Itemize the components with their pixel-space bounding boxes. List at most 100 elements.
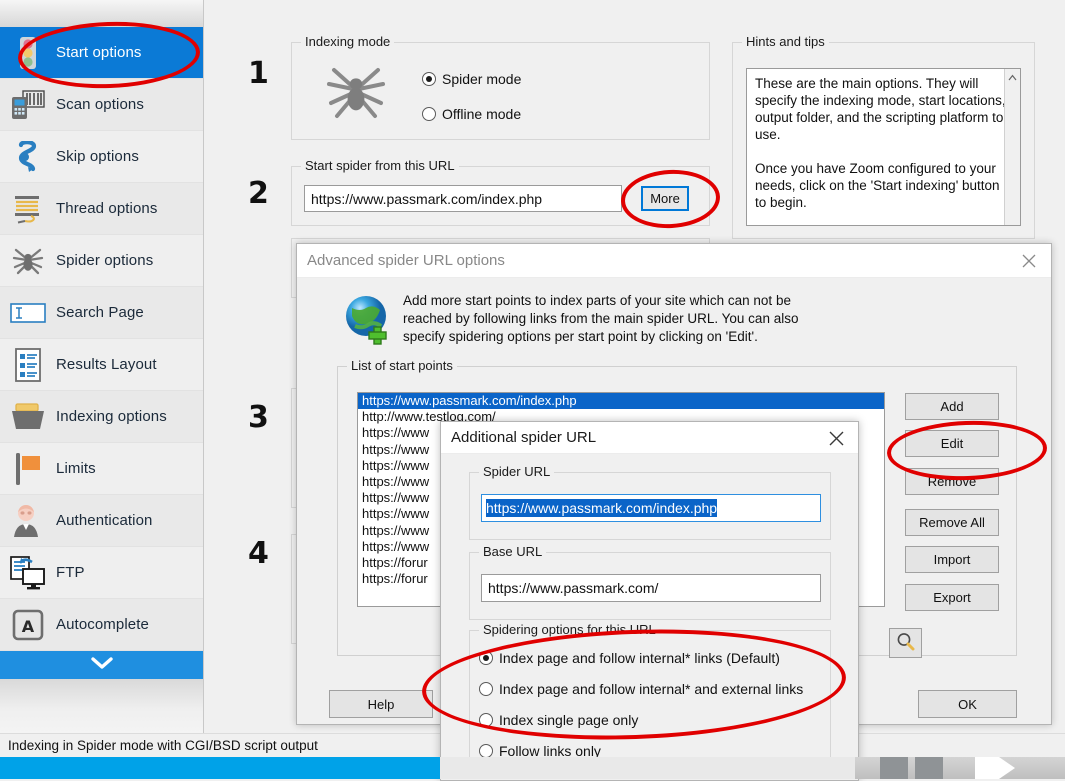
hints-scrollbar[interactable] [1004,69,1020,225]
list-item[interactable]: https://www.passmark.com/index.php [358,393,884,410]
svg-text:A: A [22,617,35,636]
hints-textbox: These are the main options. They will sp… [746,68,1021,226]
chevron-up-icon[interactable] [1005,69,1020,85]
sidebar-item-authentication[interactable]: Authentication [0,495,203,547]
sidebar-item-label: Authentication [56,512,153,529]
radio-spider-mode[interactable]: Spider mode [422,71,521,87]
dialog-titlebar: Additional spider URL [441,422,858,454]
skip-arrow-icon [0,131,56,183]
dialog-title: Additional spider URL [451,429,597,446]
hints-text: These are the main options. They will sp… [755,76,1006,210]
magnifier-icon [896,632,915,654]
spider-icon [322,62,390,122]
sidebar-scroll-down-button[interactable] [0,651,203,679]
sidebar-item-ftp[interactable]: FTP [0,547,203,599]
radio-offline-mode[interactable]: Offline mode [422,106,521,122]
desktop-shape-1 [880,757,908,779]
radio-index-single-page[interactable]: Index single page only [479,712,638,728]
sidebar-item-spider-options[interactable]: Spider options [0,235,203,287]
scanner-icon [0,79,56,131]
taskbar-blue-window [0,757,440,779]
spider-url-caption: Spider URL [479,464,555,479]
radio-label: Spider mode [442,71,522,87]
remove-all-button[interactable]: Remove All [905,509,999,536]
sidebar-item-thread-options[interactable]: Thread options [0,183,203,235]
radio-indicator [479,651,493,665]
radio-label: Index page and follow internal* links (D… [499,650,780,666]
ftp-transfer-icon [0,547,56,599]
edit-button[interactable]: Edit [905,430,999,457]
radio-indicator [422,72,436,86]
ok-button[interactable]: OK [918,690,1017,718]
sidebar-item-label: Autocomplete [56,616,149,633]
sidebar-item-label: FTP [56,564,85,581]
export-button[interactable]: Export [905,584,999,611]
add-button[interactable]: Add [905,393,999,420]
close-icon[interactable] [1007,244,1051,277]
radio-label: Index single page only [499,712,639,728]
radio-index-follow-internal-external[interactable]: Index page and follow internal* and exte… [479,681,803,697]
radio-indicator [479,713,493,727]
base-url-input[interactable]: https://www.passmark.com/ [481,574,821,602]
radio-index-follow-internal[interactable]: Index page and follow internal* links (D… [479,650,780,666]
search-button[interactable] [889,628,922,658]
dialog-titlebar: Advanced spider URL options [297,244,1051,278]
step-number-1: 1 [248,56,269,91]
sidebar-item-label: Scan options [56,96,144,113]
indexing-mode-caption: Indexing mode [301,34,395,49]
sidebar-item-search-page[interactable]: Search Page [0,287,203,339]
close-icon[interactable] [814,422,858,455]
start-url-caption: Start spider from this URL [301,158,459,173]
sidebar-item-autocomplete[interactable]: A Autocomplete [0,599,203,651]
help-button[interactable]: Help [329,690,433,718]
more-button[interactable]: More [641,186,689,211]
radio-indicator [479,744,493,758]
sidebar-item-label: Search Page [56,304,144,321]
thread-spool-icon [0,183,56,235]
chevron-down-icon [90,656,113,674]
status-text: Indexing in Spider mode with CGI/BSD scr… [8,738,318,753]
step-number-4: 4 [248,536,269,571]
step-number-3: 3 [248,400,269,435]
hints-caption: Hints and tips [742,34,829,49]
sidebar: Start options Scan options Skip options … [0,0,204,734]
sidebar-item-start-options[interactable]: Start options [0,27,203,79]
sidebar-item-scan-options[interactable]: Scan options [0,79,203,131]
text-field-icon [0,287,56,339]
desktop-shape-2 [915,757,943,779]
folder-icon [0,391,56,443]
globe-add-icon [343,294,395,346]
import-button[interactable]: Import [905,546,999,573]
base-url-caption: Base URL [479,544,547,559]
flag-icon [0,443,56,495]
spider-url-input[interactable]: https://www.passmark.com/index.php [481,494,821,522]
sidebar-item-label: Results Layout [56,356,157,373]
spider-url-value: https://www.passmark.com/index.php [486,499,718,517]
sidebar-item-label: Start options [56,44,142,61]
radio-label: Index page and follow internal* and exte… [499,681,804,697]
spider-icon [0,235,56,287]
sidebar-bottom-filler [0,679,203,734]
document-list-icon [0,339,56,391]
sidebar-item-label: Thread options [56,200,158,217]
sidebar-item-skip-options[interactable]: Skip options [0,131,203,183]
radio-label: Offline mode [442,106,522,122]
sidebar-item-indexing-options[interactable]: Indexing options [0,391,203,443]
key-a-icon: A [0,599,56,651]
dialog-description: Add more start points to index parts of … [403,293,799,344]
radio-indicator [422,107,436,121]
traffic-light-icon [0,27,56,79]
sidebar-item-label: Skip options [56,148,139,165]
radio-indicator [479,682,493,696]
additional-spider-url-dialog: Additional spider URL Spider URL https:/… [440,421,859,781]
sidebar-item-results-layout[interactable]: Results Layout [0,339,203,391]
sidebar-item-label: Spider options [56,252,154,269]
list-caption: List of start points [347,358,457,373]
remove-button[interactable]: Remove [905,468,999,495]
sidebar-item-label: Limits [56,460,96,477]
spidering-options-caption: Spidering options for this URL [479,622,660,637]
start-url-input[interactable]: https://www.passmark.com/index.php [304,185,622,212]
sidebar-item-label: Indexing options [56,408,167,425]
sidebar-item-limits[interactable]: Limits [0,443,203,495]
dialog-title: Advanced spider URL options [307,252,505,269]
